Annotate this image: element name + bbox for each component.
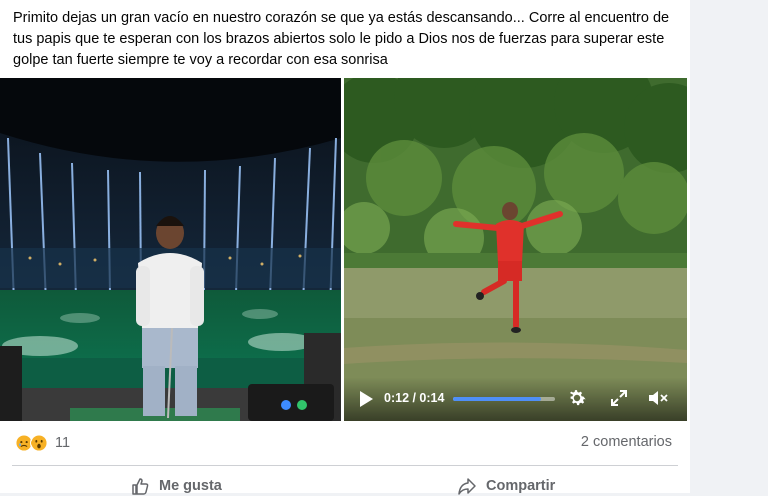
settings-gear-icon[interactable] — [566, 387, 588, 409]
fullscreen-icon[interactable] — [610, 389, 628, 407]
photo-golf-range[interactable] — [0, 78, 341, 421]
video-player[interactable]: 0:12 / 0:14 — [344, 78, 687, 421]
post-caption: Primito dejas un gran vacío en nuestro c… — [13, 10, 670, 68]
video-progress-fill — [453, 397, 541, 401]
wow-face-icon — [30, 434, 48, 452]
mute-volume-icon[interactable] — [647, 388, 669, 408]
actions-divider — [12, 465, 678, 466]
feed-post: Primito dejas un gran vacío en nuestro c… — [0, 0, 690, 496]
video-progress-bar[interactable] — [453, 397, 555, 401]
video-time: 0:12 / 0:14 — [384, 391, 445, 405]
share-label: Compartir — [486, 478, 556, 494]
like-label: Me gusta — [159, 478, 222, 494]
share-arrow-icon — [458, 478, 476, 495]
thumbs-up-icon — [132, 478, 149, 495]
page-background-strip — [690, 0, 768, 493]
soccer-field-video-frame — [344, 78, 687, 421]
reactions-summary[interactable]: 11 — [15, 433, 70, 453]
share-button[interactable]: Compartir — [457, 476, 555, 496]
video-controls-bar: 0:12 / 0:14 — [344, 377, 687, 421]
like-button[interactable]: Me gusta — [130, 476, 222, 496]
reaction-count: 11 — [55, 435, 71, 451]
golf-range-photo-illustration — [0, 78, 341, 421]
play-icon[interactable] — [356, 389, 376, 409]
comments-count-link[interactable]: 2 comentarios — [581, 434, 672, 450]
